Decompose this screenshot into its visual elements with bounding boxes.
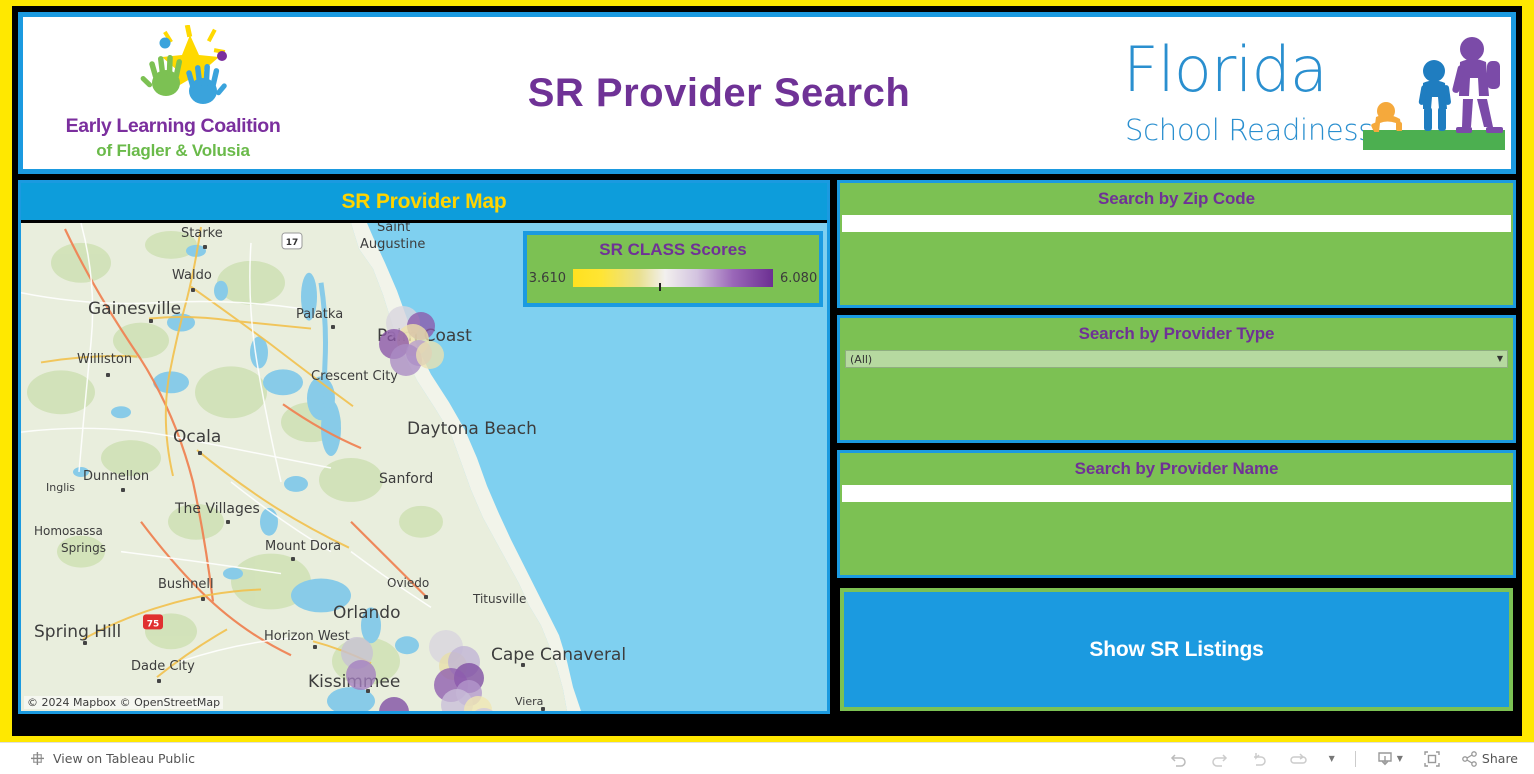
map-city-dot [198,451,202,455]
svg-text:17: 17 [286,238,299,248]
fsr-logo-line1: Florida [1123,33,1328,106]
share-label: Share [1481,751,1518,766]
zip-code-filter-card: Search by Zip Code [837,180,1516,308]
elc-logo-line1: Early Learning Coalition [65,115,281,137]
pause-caret-icon[interactable]: ▼ [1329,754,1335,763]
map-city-dot [521,663,525,667]
map-city-dot [83,641,87,645]
map-panel: SR Provider Map 17 75 Starke Saint Augus… [18,180,830,714]
legend-scale: 3.610 6.080 [527,269,819,291]
legend-min-value: 3.610 [528,270,566,286]
map-city-dot [424,595,428,599]
page-title: SR Provider Search [527,70,911,115]
map-city-dot [226,520,230,524]
florida-school-readiness-logo: Florida School Readiness [1115,17,1505,169]
download-icon[interactable]: ▼ [1376,750,1403,768]
map-city-dot [149,319,153,323]
map-city-dot [203,245,207,249]
header-banner: Early Learning Coalition of Flagler & Vo… [18,12,1516,174]
dashboard-inner: Early Learning Coalition of Flagler & Vo… [12,6,1522,736]
revert-icon[interactable] [1249,750,1269,768]
provider-name-filter-title: Search by Provider Name [1074,459,1279,478]
map-city-dot [201,597,205,601]
legend-title: SR CLASS Scores [599,240,747,259]
fsr-logo-line2: School Readiness [1125,113,1374,147]
provider-map[interactable]: 17 75 Starke Saint Augustine Waldo Gainesvil… [21,223,827,711]
svg-text:75: 75 [147,619,160,629]
map-panel-title: SR Provider Map [21,183,827,223]
provider-type-select[interactable]: (All) ▼ [845,350,1508,368]
map-city-dot [191,288,195,292]
undo-icon[interactable] [1169,750,1189,768]
show-sr-listings-button[interactable]: Show SR Listings [844,592,1509,707]
map-city-dot [366,689,370,693]
tableau-logo-icon [31,752,44,765]
children-walking-silhouettes-icon [1363,37,1505,150]
fullscreen-icon[interactable] [1423,750,1441,768]
dashboard-body: SR Provider Map 17 75 Starke Saint Augus… [18,180,1516,714]
map-city-dot [157,679,161,683]
provider-type-filter-title: Search by Provider Type [1078,324,1275,343]
legend-tick-marker [659,283,661,291]
chevron-down-icon: ▼ [1496,354,1503,363]
provider-name-input[interactable] [842,485,1511,502]
share-button[interactable]: Share [1461,750,1518,768]
legend-gradient-bar [573,269,773,291]
provider-type-selected-value: (All) [850,352,873,366]
provider-type-filter-card: Search by Provider Type (All) ▼ [837,315,1516,443]
map-city-dot [541,707,545,711]
map-city-dot [313,645,317,649]
download-caret-icon[interactable]: ▼ [1397,754,1403,763]
provider-name-filter-card: Search by Provider Name [837,450,1516,578]
highway-shield-17: 17 [281,232,303,250]
refresh-icon[interactable] [1289,752,1309,766]
dashboard-frame: Early Learning Coalition of Flagler & Vo… [0,0,1534,742]
provider-marker[interactable] [346,660,376,690]
map-city-dot [331,325,335,329]
highway-shield-75: 75 [143,614,163,629]
map-city-dot [106,373,110,377]
elc-logo: Early Learning Coalition of Flagler & Vo… [23,17,323,169]
toolbar-right-group: ▼ ▼ Share [1169,750,1518,768]
map-legend: SR CLASS Scores 3.610 6.080 [523,231,823,307]
provider-marker[interactable] [416,341,444,369]
show-listings-card: Show SR Listings [837,585,1516,714]
legend-max-value: 6.080 [780,270,818,286]
handprints-star-logo-icon [140,25,227,104]
map-city-dot [291,557,295,561]
filter-column: Search by Zip Code Search by Provider Ty… [837,180,1516,714]
elc-logo-line2: of Flagler & Volusia [96,141,250,160]
zip-code-filter-title: Search by Zip Code [1098,189,1255,208]
map-city-dot [121,488,125,492]
tableau-toolbar: View on Tableau Public ▼ ▼ Share [0,742,1534,774]
view-on-tableau-public-link[interactable]: View on Tableau Public [53,751,195,766]
toolbar-left-group: View on Tableau Public [30,751,195,766]
toolbar-divider [1354,750,1356,767]
redo-icon[interactable] [1209,750,1229,768]
map-attribution: © 2024 Mapbox © OpenStreetMap [24,696,224,709]
zip-code-input[interactable] [842,215,1511,232]
